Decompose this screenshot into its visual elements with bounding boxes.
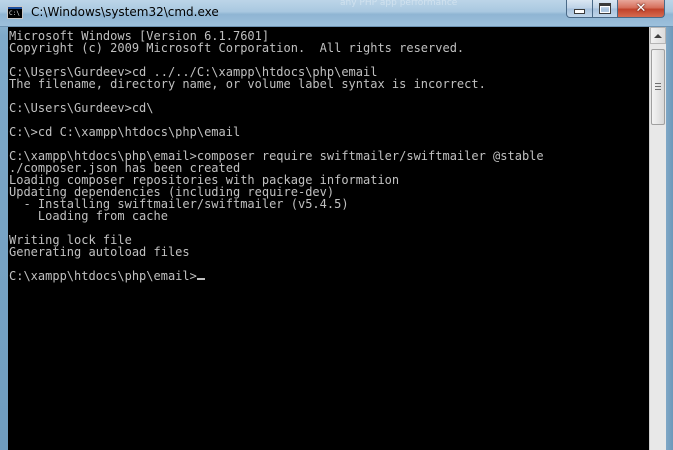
console-line: The filename, directory name, or volume … — [9, 77, 486, 91]
background-window-title-fragment: any PHP app performance — [340, 0, 458, 8]
cmd-window: C:\ C:\Windows\system32\cmd.exe any PHP … — [0, 0, 673, 450]
grip-icon — [655, 83, 661, 84]
console-line: Copyright (c) 2009 Microsoft Corporation… — [9, 41, 465, 55]
console-line: C:\>cd C:\xampp\htdocs\php\email — [9, 125, 241, 139]
window-frame-right — [666, 27, 673, 450]
console-prompt-line: C:\xampp\htdocs\php\email> — [9, 270, 544, 282]
arrow-up-icon — [654, 33, 662, 38]
console-text: Microsoft Windows [Version 6.1.7601] Copy… — [9, 30, 544, 282]
close-button[interactable]: ✕ — [617, 0, 665, 18]
cmd-icon-text: C:\ — [9, 10, 20, 17]
cmd-icon-bar — [8, 7, 22, 9]
minimize-icon — [574, 9, 585, 14]
console-line: C:\Users\Gurdeev>cd\ — [9, 101, 154, 115]
scroll-up-button[interactable] — [650, 27, 666, 44]
vertical-scrollbar[interactable] — [649, 27, 666, 450]
console-output[interactable]: Microsoft Windows [Version 6.1.7601] Copy… — [8, 27, 649, 450]
close-icon: ✕ — [635, 1, 647, 16]
minimize-button[interactable] — [566, 0, 593, 18]
maximize-button[interactable] — [592, 0, 618, 18]
console-line: Generating autoload files — [9, 245, 190, 259]
grip-icon — [655, 89, 661, 90]
cmd-icon[interactable]: C:\ — [7, 6, 23, 19]
title-bar[interactable]: C:\ C:\Windows\system32\cmd.exe any PHP … — [0, 0, 673, 27]
window-title: C:\Windows\system32\cmd.exe — [31, 5, 219, 19]
scrollbar-thumb[interactable] — [651, 49, 665, 125]
console-line: Loading from cache — [9, 209, 168, 223]
maximize-icon — [599, 3, 611, 14]
text-cursor — [196, 278, 205, 280]
grip-icon — [655, 86, 661, 87]
